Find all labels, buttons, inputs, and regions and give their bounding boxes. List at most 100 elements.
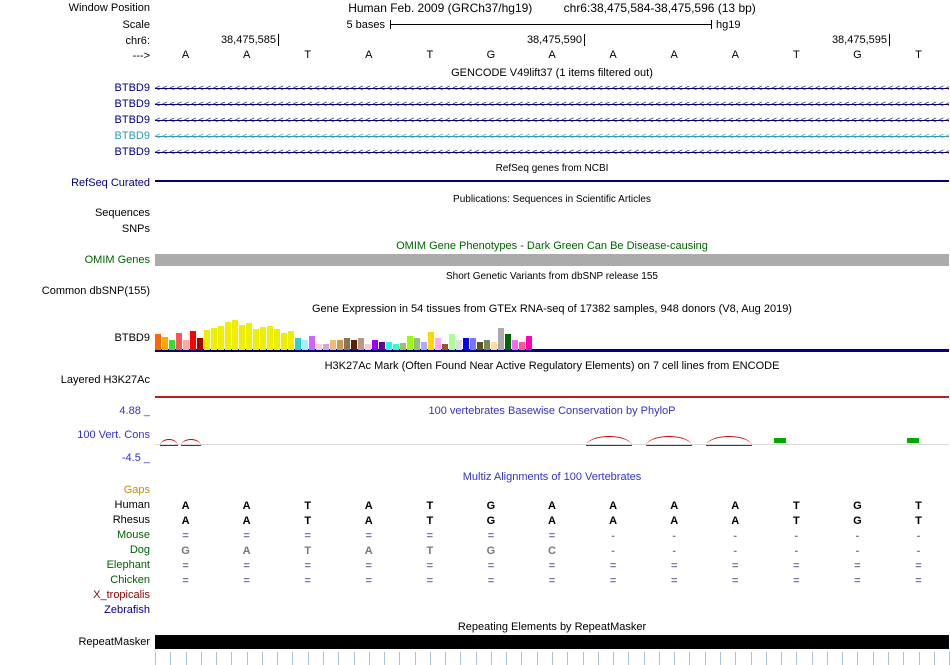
- multiz-alignment-row[interactable]: = = = = = = = - - - - - -: [155, 529, 949, 544]
- multiz-species-label: Rhesus: [112, 514, 150, 526]
- gencode-transcript[interactable]: <<<<<<<<<<<<<<<<<<<<<<<<<<<<<<<<<<<<<<<<…: [155, 82, 949, 95]
- gtex-expression-bar[interactable]: [260, 327, 266, 350]
- multiz-alignment-row[interactable]: GATATGC------: [155, 544, 949, 559]
- gtex-expression-bar[interactable]: [435, 338, 441, 350]
- gtex-expression-bar[interactable]: [204, 330, 210, 350]
- gtex-expression-bar[interactable]: [526, 336, 532, 350]
- multiz-alignment-row[interactable]: = = = = = = = = = = = = =: [155, 559, 949, 574]
- multiz-alignment-row[interactable]: = = = = = = = = = = = = =: [155, 574, 949, 589]
- alignment-base: [460, 604, 521, 619]
- phylop-max-value: 4.88 _: [119, 405, 150, 417]
- snps-label: SNPs: [121, 223, 150, 235]
- gtex-expression-bar[interactable]: [211, 328, 217, 350]
- base-letter: A: [242, 49, 251, 61]
- gtex-expression-bar[interactable]: [358, 338, 364, 350]
- multiz-alignment-row[interactable]: [155, 604, 949, 619]
- gtex-expression-bar[interactable]: [498, 328, 504, 350]
- alignment-base: [766, 589, 827, 604]
- gtex-expression-bar[interactable]: [351, 340, 357, 350]
- gtex-expression-bar[interactable]: [449, 334, 455, 350]
- gtex-expression-bar[interactable]: [218, 326, 224, 350]
- alignment-base: G: [486, 545, 496, 557]
- gtex-expression-bar[interactable]: [232, 320, 238, 350]
- gtex-expression-bar[interactable]: [316, 344, 322, 350]
- multiz-species-label: Zebrafish: [104, 604, 150, 616]
- gtex-expression-bar[interactable]: [512, 340, 518, 350]
- gtex-expression-bar[interactable]: [442, 344, 448, 350]
- gtex-expression-bar[interactable]: [484, 340, 490, 350]
- gtex-expression-bar[interactable]: [281, 333, 287, 350]
- gencode-transcript[interactable]: <<<<<<<<<<<<<<<<<<<<<<<<<<<<<<<<<<<<<<<<…: [155, 146, 949, 159]
- gtex-expression-bar[interactable]: [169, 340, 175, 350]
- gtex-expression-bar[interactable]: [393, 344, 399, 350]
- gtex-expression-bar[interactable]: [274, 329, 280, 350]
- gtex-expression-bar[interactable]: [456, 340, 462, 350]
- omim-gene-bar[interactable]: [155, 254, 949, 266]
- gtex-expression-bar[interactable]: [246, 323, 252, 350]
- multiz-alignment-row[interactable]: AATATGAAAATGT: [155, 499, 949, 514]
- gtex-expression-bar[interactable]: [505, 334, 511, 350]
- multiz-alignment-row[interactable]: [155, 484, 949, 499]
- guideline-tick: [582, 652, 584, 665]
- gtex-expression-bar[interactable]: [239, 325, 245, 350]
- gtex-expression-bar[interactable]: [295, 338, 301, 350]
- gtex-expression-bar[interactable]: [267, 326, 273, 350]
- transcript-direction-arrows: <<<<<<<<<<<<<<<<<<<<<<<<<<<<<<<<<<<<<<<<…: [155, 115, 949, 125]
- gtex-expression-bar[interactable]: [323, 344, 329, 350]
- gtex-expression-bar[interactable]: [253, 329, 259, 350]
- gtex-expression-bar[interactable]: [162, 337, 168, 350]
- multiz-alignment-row[interactable]: [155, 589, 949, 604]
- gtex-expression-bar[interactable]: [225, 322, 231, 350]
- multiz-alignment-row[interactable]: AATATGAAAATGT: [155, 514, 949, 529]
- gtex-expression-bar[interactable]: [372, 340, 378, 350]
- gtex-expression-bar[interactable]: [491, 342, 497, 350]
- conservation-baseline[interactable]: [155, 444, 949, 445]
- alignment-base: [827, 589, 888, 604]
- alignment-base: [644, 484, 705, 499]
- h3k27ac-signal-line[interactable]: [155, 396, 949, 398]
- repeatmasker-element-bar[interactable]: [155, 635, 949, 649]
- alignment-base: [277, 589, 338, 604]
- guideline-tick: [200, 652, 202, 665]
- gtex-expression-bar[interactable]: [386, 342, 392, 350]
- gtex-expression-bar[interactable]: [190, 331, 196, 350]
- base-letter: T: [915, 49, 922, 61]
- alignment-base: =: [915, 575, 922, 587]
- refseq-gene-bar[interactable]: [155, 180, 949, 182]
- gtex-expression-bar[interactable]: [379, 342, 385, 350]
- base-letter: A: [731, 49, 739, 61]
- gtex-expression-bar[interactable]: [400, 343, 406, 350]
- gtex-expression-bar[interactable]: [365, 344, 371, 350]
- gtex-expression-bar[interactable]: [407, 336, 413, 350]
- guideline-tick: [521, 652, 523, 665]
- gtex-expression-bar[interactable]: [337, 340, 343, 350]
- gtex-expression-bar[interactable]: [421, 342, 427, 350]
- assembly-name: Human Feb. 2009 (GRCh37/hg19): [348, 1, 533, 15]
- gtex-expression-bar[interactable]: [288, 331, 294, 350]
- gtex-expression-bar[interactable]: [519, 342, 525, 350]
- transcript-direction-arrows: <<<<<<<<<<<<<<<<<<<<<<<<<<<<<<<<<<<<<<<<…: [155, 99, 949, 109]
- gtex-expression-bar[interactable]: [155, 334, 161, 350]
- gtex-expression-bar[interactable]: [176, 333, 182, 350]
- gtex-expression-bar[interactable]: [183, 340, 189, 350]
- gtex-expression-bar[interactable]: [463, 338, 469, 350]
- gtex-expression-bar[interactable]: [344, 338, 350, 350]
- gencode-transcript[interactable]: <<<<<<<<<<<<<<<<<<<<<<<<<<<<<<<<<<<<<<<<…: [155, 130, 949, 143]
- gtex-expression-bar[interactable]: [428, 332, 434, 350]
- gtex-expression-bar[interactable]: [470, 338, 476, 350]
- gencode-transcript[interactable]: <<<<<<<<<<<<<<<<<<<<<<<<<<<<<<<<<<<<<<<<…: [155, 114, 949, 127]
- gtex-expression-bar[interactable]: [197, 338, 203, 350]
- alignment-base: -: [611, 545, 615, 557]
- alignment-base: =: [609, 560, 617, 572]
- gtex-expression-bar[interactable]: [477, 342, 483, 350]
- gtex-expression-bar[interactable]: [302, 340, 308, 350]
- gtex-expression-bar[interactable]: [330, 340, 336, 350]
- gtex-expression-bar[interactable]: [309, 336, 315, 350]
- alignment-base: =: [243, 530, 250, 542]
- genome-browser-view: Window Position Human Feb. 2009 (GRCh37/…: [0, 0, 950, 665]
- alignment-base: [583, 589, 644, 604]
- alignment-base: -: [672, 530, 676, 542]
- gtex-expression-bar[interactable]: [414, 338, 420, 350]
- gencode-transcript[interactable]: <<<<<<<<<<<<<<<<<<<<<<<<<<<<<<<<<<<<<<<<…: [155, 98, 949, 111]
- alignment-base: A: [364, 515, 373, 527]
